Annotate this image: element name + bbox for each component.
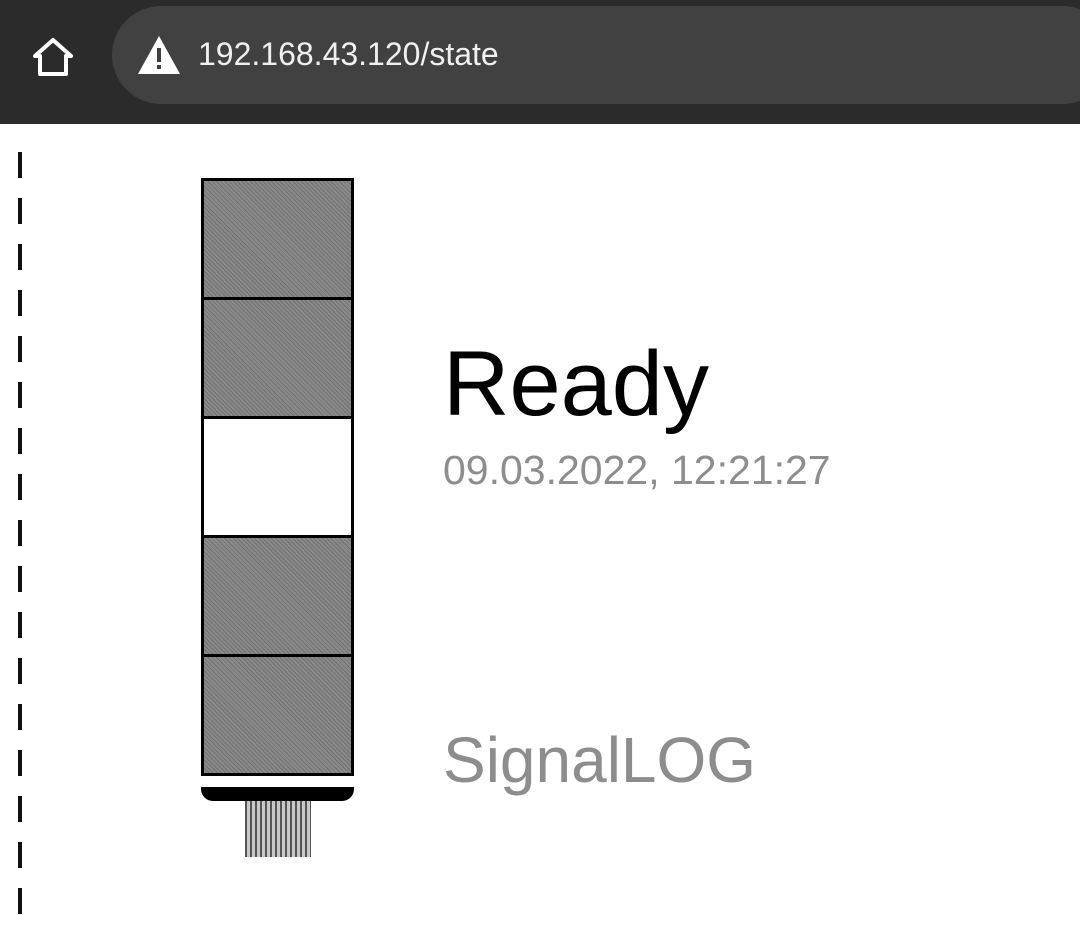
url-text[interactable]: 192.168.43.120/state [198,36,499,73]
tower-segment-5 [201,654,354,776]
dashed-divider [18,152,22,932]
home-icon[interactable] [26,30,80,84]
tower-segment-4 [201,535,354,657]
browser-toolbar: 192.168.43.120/state [0,0,1080,124]
state-timestamp: 09.03.2022, 12:21:27 [443,447,831,493]
warning-triangle-icon[interactable] [136,34,182,76]
address-bar[interactable]: 192.168.43.120/state [112,6,1080,104]
state-label: Ready [443,333,709,435]
tower-cable [245,801,311,857]
tower-segment-3 [201,416,354,538]
tower-segment-1 [201,178,354,300]
tower-segment-2 [201,297,354,419]
signal-tower [201,178,354,858]
page-content: Ready 09.03.2022, 12:21:27 SignalLOG [0,124,1080,934]
device-name: SignalLOG [443,724,757,796]
tower-base [201,787,354,801]
